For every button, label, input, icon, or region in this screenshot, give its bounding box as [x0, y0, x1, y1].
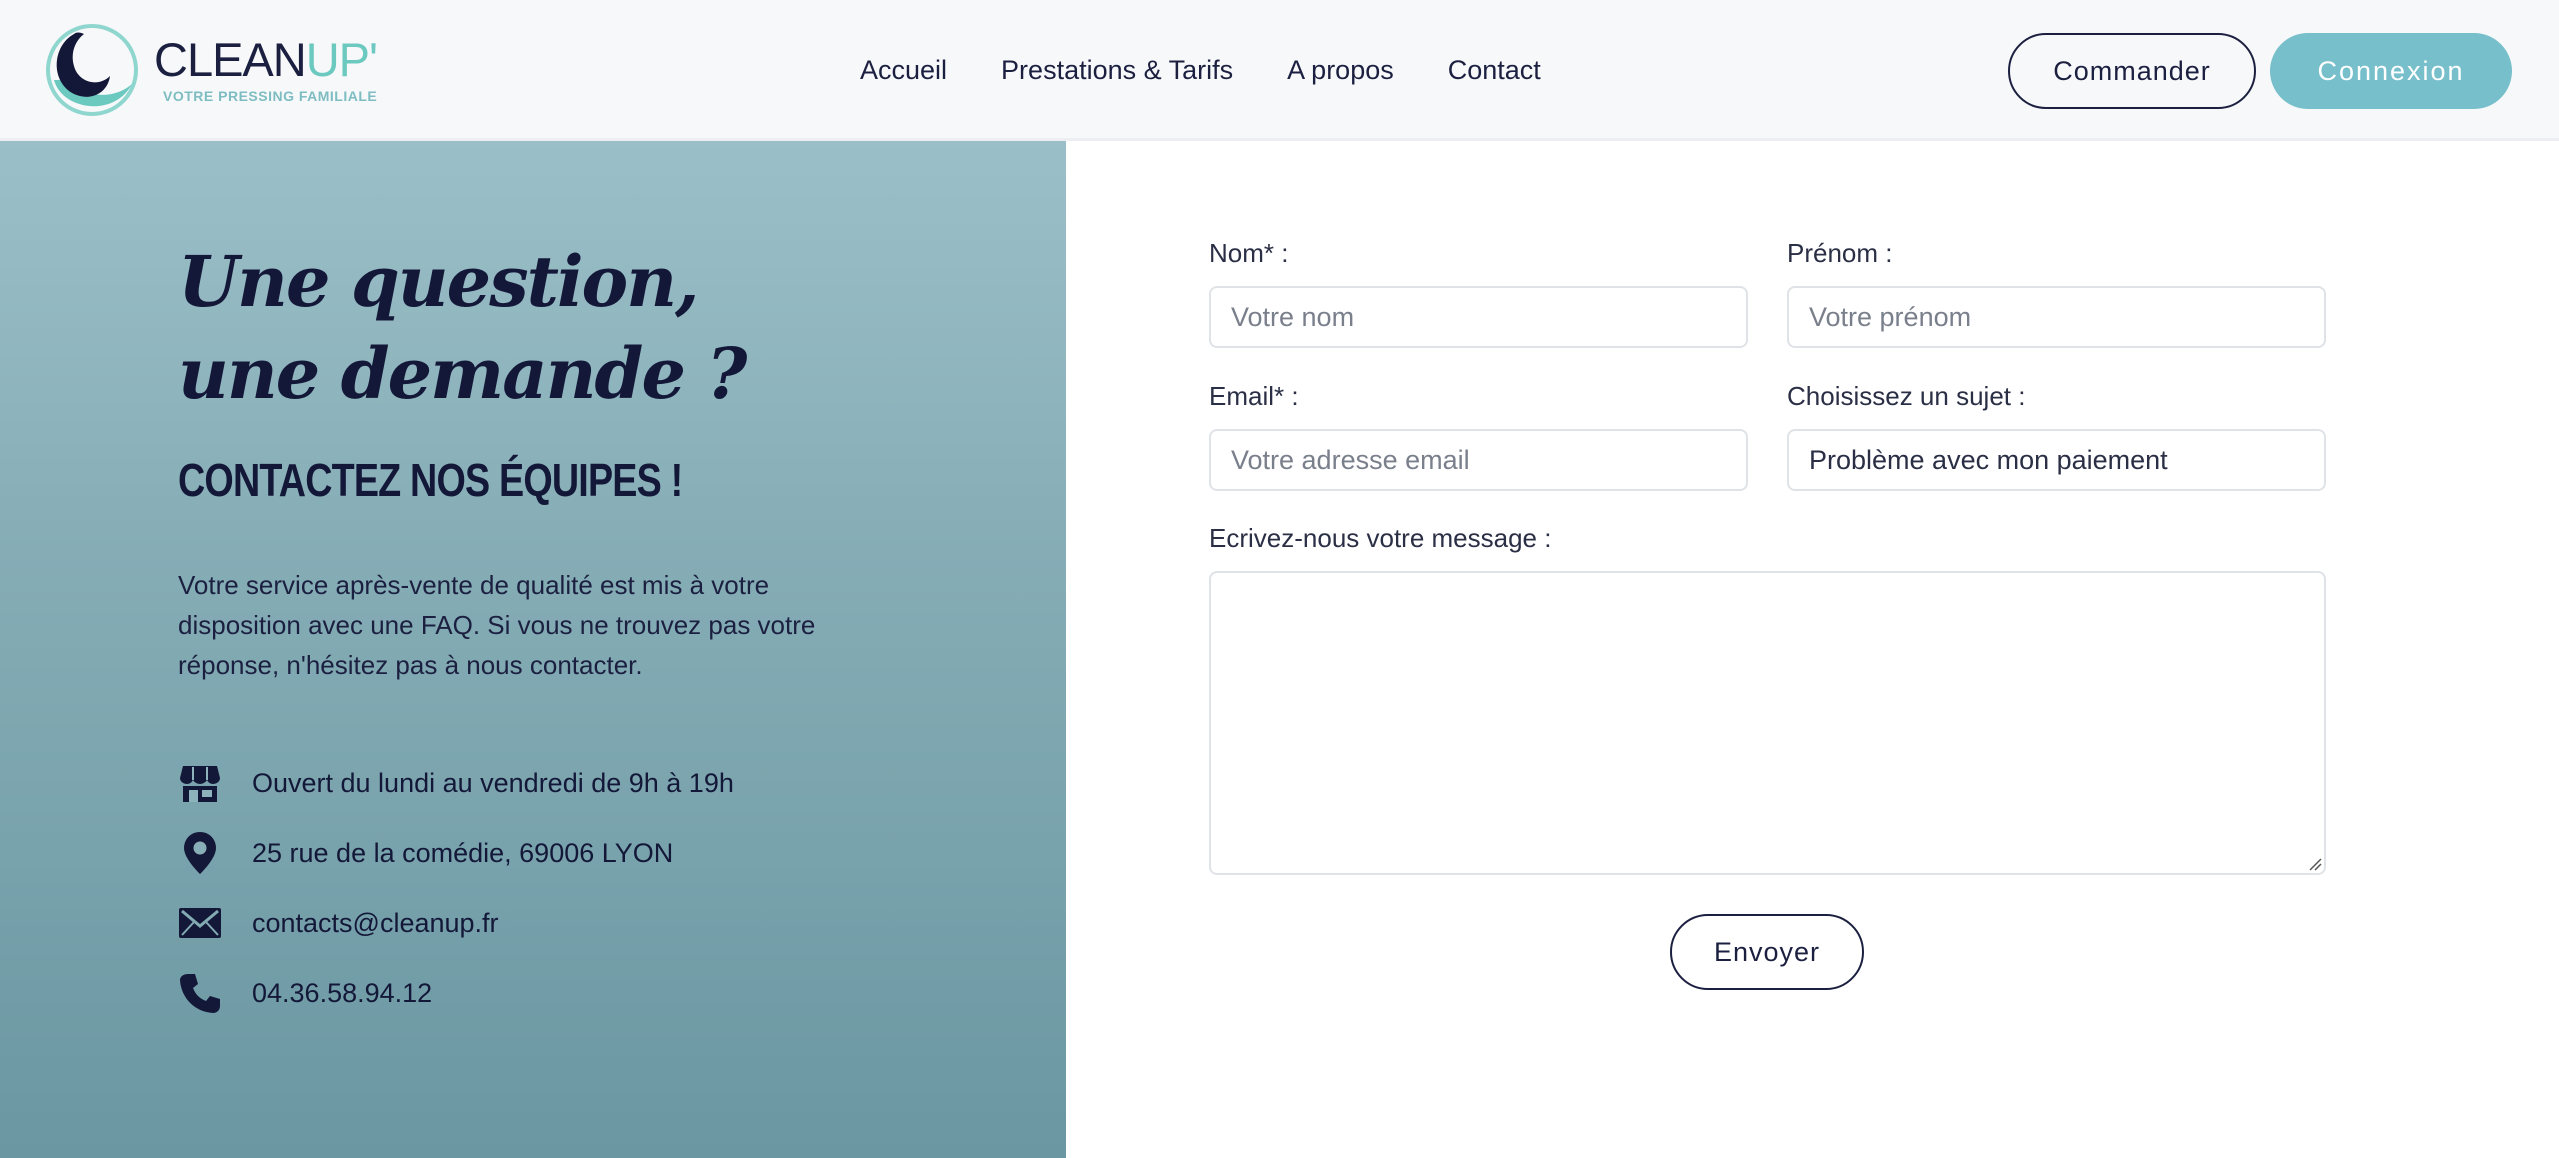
nav-item-prestations-tarifs[interactable]: Prestations & Tarifs [1001, 54, 1233, 86]
page-title: Une question, une demande ? [178, 240, 747, 415]
location-pin-icon [178, 831, 222, 875]
intro-text: Votre service après-vente de qualité est… [178, 570, 816, 680]
store-icon [178, 761, 222, 805]
contact-email-text[interactable]: contacts@cleanup.fr [252, 908, 499, 939]
contact-phone-text[interactable]: 04.36.58.94.12 [252, 978, 432, 1009]
nav-item-contact[interactable]: Contact [1448, 54, 1541, 86]
email-input[interactable] [1209, 429, 1748, 491]
email-label: Email* : [1209, 381, 1299, 411]
message-textarea[interactable] [1209, 571, 2326, 875]
contact-details-list: Ouvert du lundi au vendredi de 9h à 19h … [178, 748, 734, 1028]
resize-grip-icon[interactable] [2306, 855, 2322, 871]
main-nav: Accueil Prestations & Tarifs A propos Co… [860, 54, 1541, 86]
envelope-icon [178, 901, 222, 945]
page-subtitle: CONTACTEZ NOS ÉQUIPES ! [178, 454, 683, 506]
logo-wordmark-part1: CLEAN [154, 33, 307, 86]
name-label: Nom* : [1209, 238, 1289, 268]
firstname-input[interactable] [1787, 286, 2326, 348]
logo-tagline: VOTRE PRESSING FAMILIALE [163, 88, 378, 104]
subject-label: Choisissez un sujet : [1787, 381, 2026, 411]
contact-email: contacts@cleanup.fr [178, 888, 734, 958]
phone-icon [178, 971, 222, 1015]
contact-info-panel: Une question, une demande ? CONTACTEZ NO… [0, 141, 1066, 1158]
subject-select[interactable]: Problème avec mon paiement [1787, 429, 2326, 491]
firstname-label: Prénom : [1787, 238, 1893, 268]
contact-address: 25 rue de la comédie, 69006 LYON [178, 818, 734, 888]
subject-selected-value: Problème avec mon paiement [1809, 444, 2168, 475]
logo-mark-icon [46, 24, 138, 116]
message-label: Ecrivez-nous votre message : [1209, 523, 1552, 553]
contact-hours: Ouvert du lundi au vendredi de 9h à 19h [178, 748, 734, 818]
logo-wordmark-part2: UP' [305, 33, 378, 86]
contact-hours-text: Ouvert du lundi au vendredi de 9h à 19h [252, 767, 734, 798]
nav-item-a-propos[interactable]: A propos [1287, 54, 1394, 86]
login-button[interactable]: Connexion [2270, 33, 2512, 109]
brand-logo[interactable]: CLEANUP' VOTRE PRESSING FAMILIALE [44, 22, 384, 122]
contact-address-text: 25 rue de la comédie, 69006 LYON [252, 837, 674, 868]
site-header: CLEANUP' VOTRE PRESSING FAMILIALE Accuei… [0, 0, 2559, 141]
nav-item-accueil[interactable]: Accueil [860, 54, 947, 86]
name-input[interactable] [1209, 286, 1748, 348]
logo-wordmark: CLEANUP' [154, 33, 378, 86]
send-button[interactable]: Envoyer [1670, 914, 1864, 990]
contact-phone: 04.36.58.94.12 [178, 958, 734, 1028]
order-button[interactable]: Commander [2008, 33, 2256, 109]
